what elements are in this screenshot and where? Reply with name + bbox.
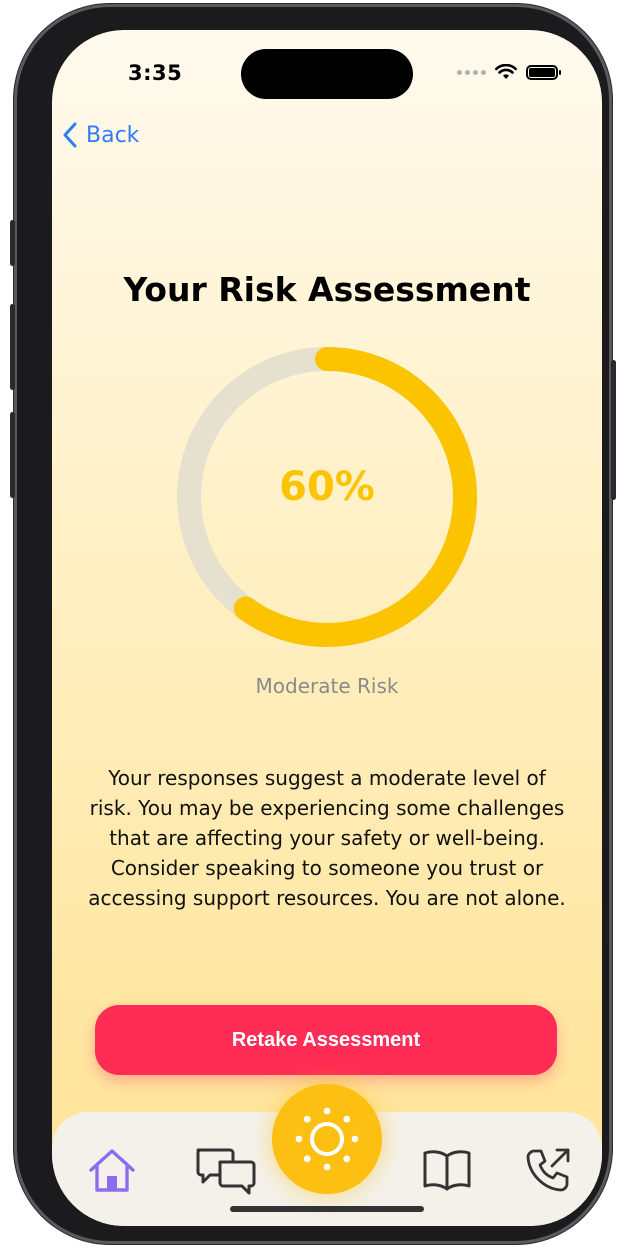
home-icon — [89, 1149, 135, 1192]
sun-icon — [295, 1107, 359, 1171]
tab-resources[interactable] — [420, 1144, 474, 1196]
volume-down-button — [10, 412, 15, 498]
action-button — [10, 220, 15, 266]
risk-percentage: 60% — [279, 464, 375, 510]
back-button[interactable]: Back — [62, 122, 139, 148]
signal-icon — [457, 69, 486, 75]
home-indicator — [230, 1206, 424, 1212]
dynamic-island — [241, 49, 413, 99]
back-label: Back — [86, 122, 140, 148]
book-icon — [423, 1150, 471, 1191]
phone-frame: 3:35 Back Your Risk Assessment 60% Moder… — [10, 4, 616, 1244]
chat-bubbles-icon — [196, 1148, 256, 1195]
phone-outgoing-icon — [526, 1148, 570, 1192]
page-title: Your Risk Assessment — [123, 270, 531, 309]
risk-level-label: Moderate Risk — [255, 674, 399, 698]
tab-call[interactable] — [520, 1144, 576, 1196]
tab-messages[interactable] — [194, 1144, 258, 1196]
screen: 3:35 Back Your Risk Assessment 60% Moder… — [52, 30, 602, 1226]
status-icons — [457, 64, 561, 80]
chevron-left-icon — [63, 122, 77, 148]
daily-checkin-button[interactable] — [272, 1084, 382, 1194]
tab-home[interactable] — [86, 1144, 138, 1196]
power-button — [611, 360, 616, 500]
volume-up-button — [10, 304, 15, 390]
status-time: 3:35 — [128, 61, 183, 85]
wifi-icon — [495, 64, 517, 79]
retake-assessment-button[interactable]: Retake Assessment — [95, 1005, 557, 1075]
battery-icon — [526, 64, 561, 80]
assessment-description: Your responses suggest a moderate level … — [88, 766, 566, 910]
